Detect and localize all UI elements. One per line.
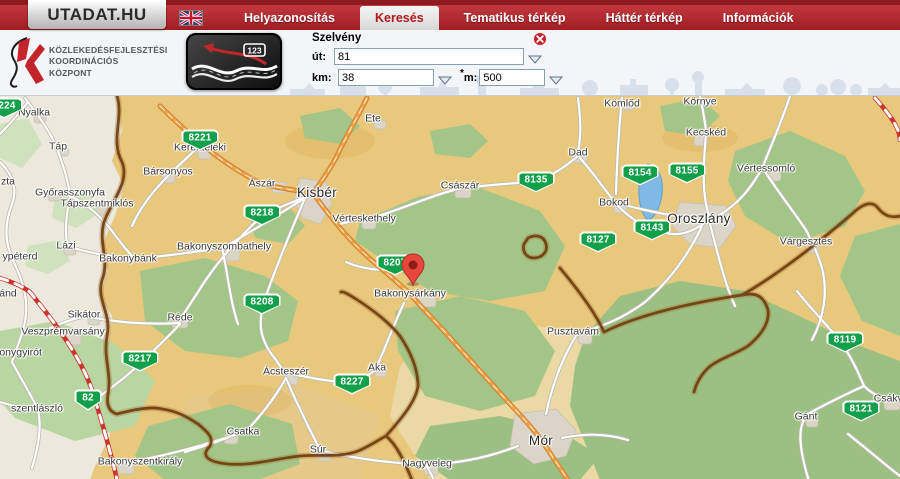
map-town-label: Sikátor — [68, 308, 101, 320]
map-town-label: Lázi — [56, 239, 75, 251]
tab-tematikus-terkep[interactable]: Tematikus térkép — [449, 5, 581, 30]
svg-text:123: 123 — [247, 46, 261, 56]
km-m-row: km: * m: — [312, 69, 548, 86]
road-number-badge: 82 — [75, 390, 102, 411]
km-input[interactable] — [338, 69, 434, 86]
kkk-logo-icon — [5, 35, 45, 89]
map-town-label: Dad — [568, 146, 587, 158]
road-number-badge: 8155 — [669, 163, 706, 184]
section-search-icon: 123 — [186, 33, 282, 90]
map-town-label: Gánt — [795, 410, 818, 422]
map-town-label: Csatka — [227, 425, 260, 437]
map-town-label: Oroszlány — [667, 211, 730, 226]
site-logo[interactable]: UTADAT.HU — [28, 0, 166, 29]
tab-helyazonositas[interactable]: Helyazonosítás — [229, 5, 350, 30]
szelveny-search-panel: Szelvény út: km: — [312, 32, 548, 86]
road-number-badge: 8218 — [244, 205, 281, 226]
map-town-label: Réde — [167, 311, 192, 323]
road-number-badge: 8121 — [843, 401, 880, 422]
road-number-badge: 8119 — [827, 332, 864, 353]
map-town-label: Súr — [310, 443, 326, 455]
tab-kereses[interactable]: Keresés — [360, 6, 439, 30]
m-input[interactable] — [479, 69, 545, 86]
map-town-label: Bokod — [599, 196, 629, 208]
org-line3: KÖZPONT — [49, 68, 168, 79]
m-required-mark: * — [460, 68, 464, 79]
road-number-badge: 8224 — [0, 98, 23, 119]
road-number-badge: 8217 — [122, 351, 159, 372]
ut-dropdown-icon[interactable] — [527, 52, 542, 62]
map-town-label: konygyirót — [0, 346, 42, 358]
map-town-label: Bakonyszombathely — [177, 240, 271, 252]
map-town-label: Tápszentmiklós — [61, 197, 134, 209]
top-navigation: UTADAT.HU Helyazonosítás Keresés Tematik… — [0, 0, 900, 30]
map-town-label: Ászár — [249, 177, 276, 189]
org-name: KÖZLEKEDÉSFEJLESZTÉSI KOORDINÁCIÓS KÖZPO… — [49, 45, 168, 78]
road-number-badge: 8143 — [634, 220, 671, 241]
utadat-app: UTADAT.HU Helyazonosítás Keresés Tematik… — [0, 0, 900, 479]
tab-hatter-terkep[interactable]: Háttér térkép — [591, 5, 698, 30]
org-logo: KÖZLEKEDÉSFEJLESZTÉSI KOORDINÁCIÓS KÖZPO… — [5, 35, 168, 89]
road-number-badge: 8221 — [182, 130, 219, 151]
map-town-label: zta — [1, 175, 15, 187]
road-number-badge: 8127 — [580, 232, 617, 253]
uk-flag-icon[interactable] — [180, 11, 202, 25]
m-dropdown-icon[interactable] — [548, 73, 563, 83]
map-town-label: Táp — [49, 140, 67, 152]
map-town-label: Bakonyszentkirály — [98, 455, 183, 467]
header-panel: KÖZLEKEDÉSFEJLESZTÉSI KOORDINÁCIÓS KÖZPO… — [0, 30, 900, 96]
map-town-label: Császár — [441, 179, 480, 191]
map-town-label: Aka — [368, 361, 386, 373]
map-town-label: Kömlőd — [604, 97, 640, 109]
ut-row: út: — [312, 48, 548, 65]
map-town-label: Környe — [683, 96, 716, 107]
map-town-label: Pusztavám — [547, 325, 599, 337]
map-town-label: Nyalka — [18, 106, 50, 118]
map-town-label: Kecskéd — [686, 126, 726, 138]
org-line1: KÖZLEKEDÉSFEJLESZTÉSI — [49, 45, 168, 56]
map-town-label: Mór — [529, 433, 553, 448]
km-dropdown-icon[interactable] — [437, 73, 452, 83]
ut-label: út: — [312, 51, 334, 63]
map-town-label: Kisbér — [297, 185, 337, 200]
map-town-label: Nagyveleg — [402, 457, 452, 469]
szelveny-title: Szelvény — [312, 32, 548, 44]
tab-informaciok[interactable]: Információk — [708, 5, 809, 30]
map-marker-pin[interactable] — [400, 253, 426, 292]
close-icon[interactable] — [532, 31, 548, 47]
map-canvas[interactable]: NyalkaTápztaGyőrasszonyfaTápszentmiklósy… — [0, 96, 900, 479]
m-label: m: — [464, 72, 477, 84]
map-town-label: Bakonybánk — [99, 252, 157, 264]
map-town-label: Veszprémvarsány — [21, 325, 104, 337]
map-town-label: Ácsteszér — [263, 365, 309, 377]
map-town-label: ypéterd — [2, 250, 37, 262]
map-town-label: Vérteskethely — [332, 212, 396, 224]
road-number-badge: 8227 — [334, 374, 371, 395]
map-town-label: Várgesztes — [780, 235, 833, 247]
map-labels-layer: NyalkaTápztaGyőrasszonyfaTápszentmiklósy… — [0, 96, 900, 479]
map-town-label: szentlászló — [11, 402, 63, 414]
km-label: km: — [312, 72, 338, 84]
road-number-badge: 8208 — [244, 294, 281, 315]
map-town-label: Ete — [365, 112, 381, 124]
org-line2: KOORDINÁCIÓS — [49, 56, 168, 67]
road-number-badge: 8154 — [622, 165, 659, 186]
map-town-label: Bársonyos — [143, 165, 193, 177]
map-town-label: Vértessomló — [737, 162, 795, 174]
road-number-badge: 8135 — [518, 172, 555, 193]
map-town-label: ánd — [0, 287, 17, 299]
ut-input[interactable] — [334, 48, 524, 65]
